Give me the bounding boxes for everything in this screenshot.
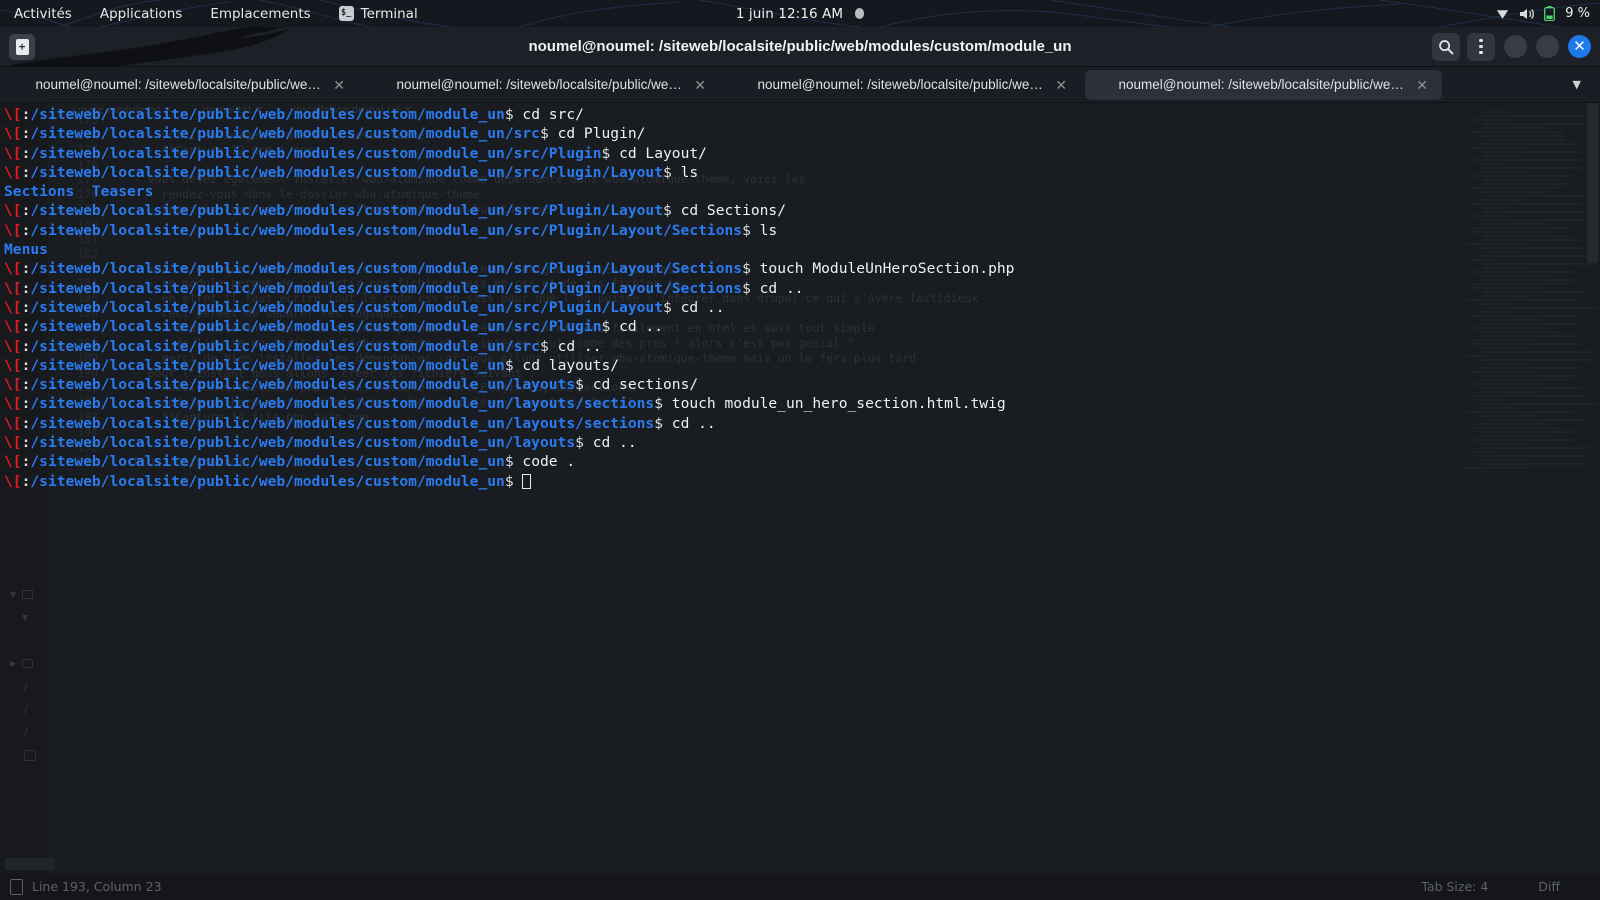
terminal-prompt-line: \[:/siteweb/localsite/public/web/modules…: [4, 125, 646, 143]
system-tray[interactable]: 9 %: [1495, 0, 1590, 27]
close-button[interactable]: ✕: [1568, 35, 1591, 58]
activities-button[interactable]: Activités: [0, 0, 86, 27]
maximize-button[interactable]: [1536, 35, 1559, 58]
terminal-body[interactable]: create module.txt ✕ drupal.txt ✕ installat…: [0, 103, 1600, 900]
terminal-prompt-line: \[:/siteweb/localsite/public/web/modules…: [4, 376, 699, 394]
terminal-tab-1[interactable]: noumel@noumel: /siteweb/localsite/public…: [2, 70, 359, 100]
terminal-prompt-line: \[:/siteweb/localsite/public/web/modules…: [4, 337, 602, 355]
volume-icon: [1519, 7, 1535, 21]
places-menu[interactable]: Emplacements: [196, 0, 324, 27]
current-app-indicator[interactable]: $_ Terminal: [325, 0, 432, 27]
tab-close-icon[interactable]: ✕: [333, 78, 345, 92]
terminal-prompt-line: \[:/siteweb/localsite/public/web/modules…: [4, 318, 663, 336]
window-title: noumel@noumel: /siteweb/localsite/public…: [528, 38, 1072, 55]
places-label: Emplacements: [210, 5, 311, 22]
terminal-prompt-line: \[:/siteweb/localsite/public/web/modules…: [4, 414, 716, 432]
terminal-prompt-line: \[:/siteweb/localsite/public/web/modules…: [4, 395, 1006, 413]
kali-dragon-watermark: [10, 27, 290, 66]
terminal-tab-4[interactable]: noumel@noumel: /siteweb/localsite/public…: [1085, 69, 1442, 100]
terminal-prompt-line: \[:/siteweb/localsite/public/web/modules…: [4, 298, 725, 316]
tab-overflow-button[interactable]: ▼: [1567, 75, 1587, 94]
clock-label: 1 juin 12:16 AM: [735, 5, 844, 22]
current-app-label: Terminal: [360, 5, 418, 22]
terminal-prompt-line: \[:/siteweb/localsite/public/web/modules…: [4, 279, 804, 297]
terminal-prompt-line: \[:/siteweb/localsite/public/web/modules…: [4, 221, 778, 239]
terminal-output-line: Sections Teasers: [4, 183, 154, 201]
terminal-output-line: Menus: [4, 241, 48, 259]
terminal-output[interactable]: \[:/siteweb/localsite/public/web/modules…: [0, 103, 1600, 900]
wifi-icon: [1495, 7, 1510, 21]
terminal-cursor: [522, 473, 532, 489]
tab-label: noumel@noumel: /siteweb/localsite/public…: [1118, 77, 1409, 92]
battery-level-label: 9 %: [1565, 6, 1590, 21]
terminal-prompt-line: \[:/siteweb/localsite/public/web/modules…: [4, 453, 576, 471]
terminal-tab-2[interactable]: noumel@noumel: /siteweb/localsite/public…: [363, 70, 720, 100]
kebab-menu-icon: [1479, 38, 1483, 55]
activities-label: Activités: [14, 5, 72, 22]
terminal-window: + noumel@noumel: /siteweb/localsite/publ…: [0, 27, 1600, 900]
terminal-glyph-icon: +: [15, 38, 29, 55]
tab-label: noumel@noumel: /siteweb/localsite/public…: [396, 77, 687, 92]
terminal-prompt-line: \[:/siteweb/localsite/public/web/modules…: [4, 356, 620, 374]
gnome-top-bar: Activités Applications Emplacements $_ T…: [0, 0, 1600, 27]
terminal-prompt-line: \[:/siteweb/localsite/public/web/modules…: [4, 260, 1015, 278]
terminal-prompt-line: \[:/siteweb/localsite/public/web/modules…: [4, 202, 786, 220]
search-button[interactable]: [1432, 32, 1460, 61]
terminal-prompt-line: \[:/siteweb/localsite/public/web/modules…: [4, 163, 699, 181]
tab-close-icon[interactable]: ✕: [694, 78, 706, 92]
tab-label: noumel@noumel: /siteweb/localsite/public…: [757, 77, 1048, 92]
window-titlebar: + noumel@noumel: /siteweb/localsite/publ…: [0, 27, 1600, 67]
tab-close-icon[interactable]: ✕: [1055, 78, 1067, 92]
terminal-prompt-line: \[:/siteweb/localsite/public/web/modules…: [4, 434, 637, 452]
menu-button[interactable]: [1467, 32, 1495, 61]
window-controls: ✕: [1432, 32, 1591, 61]
terminal-prompt-line: \[:/siteweb/localsite/public/web/modules…: [4, 144, 707, 162]
terminal-prompt-line: \[:/siteweb/localsite/public/web/modules…: [4, 106, 584, 123]
terminal-prompt-line: \[:/siteweb/localsite/public/web/modules…: [4, 472, 1600, 491]
terminal-app-icon: +: [9, 33, 35, 60]
search-icon: [1439, 39, 1454, 54]
minimize-button[interactable]: [1504, 35, 1527, 58]
terminal-tab-3[interactable]: noumel@noumel: /siteweb/localsite/public…: [724, 70, 1081, 100]
tab-label: noumel@noumel: /siteweb/localsite/public…: [35, 77, 326, 92]
terminal-tab-bar: noumel@noumel: /siteweb/localsite/public…: [0, 67, 1600, 103]
terminal-icon: $_: [338, 6, 354, 21]
close-icon: ✕: [1573, 37, 1586, 55]
record-dot-icon: [855, 8, 865, 19]
battery-icon: [1544, 6, 1556, 21]
applications-label: Applications: [99, 5, 183, 22]
applications-menu[interactable]: Applications: [86, 0, 196, 27]
tab-close-icon[interactable]: ✕: [1416, 78, 1428, 92]
